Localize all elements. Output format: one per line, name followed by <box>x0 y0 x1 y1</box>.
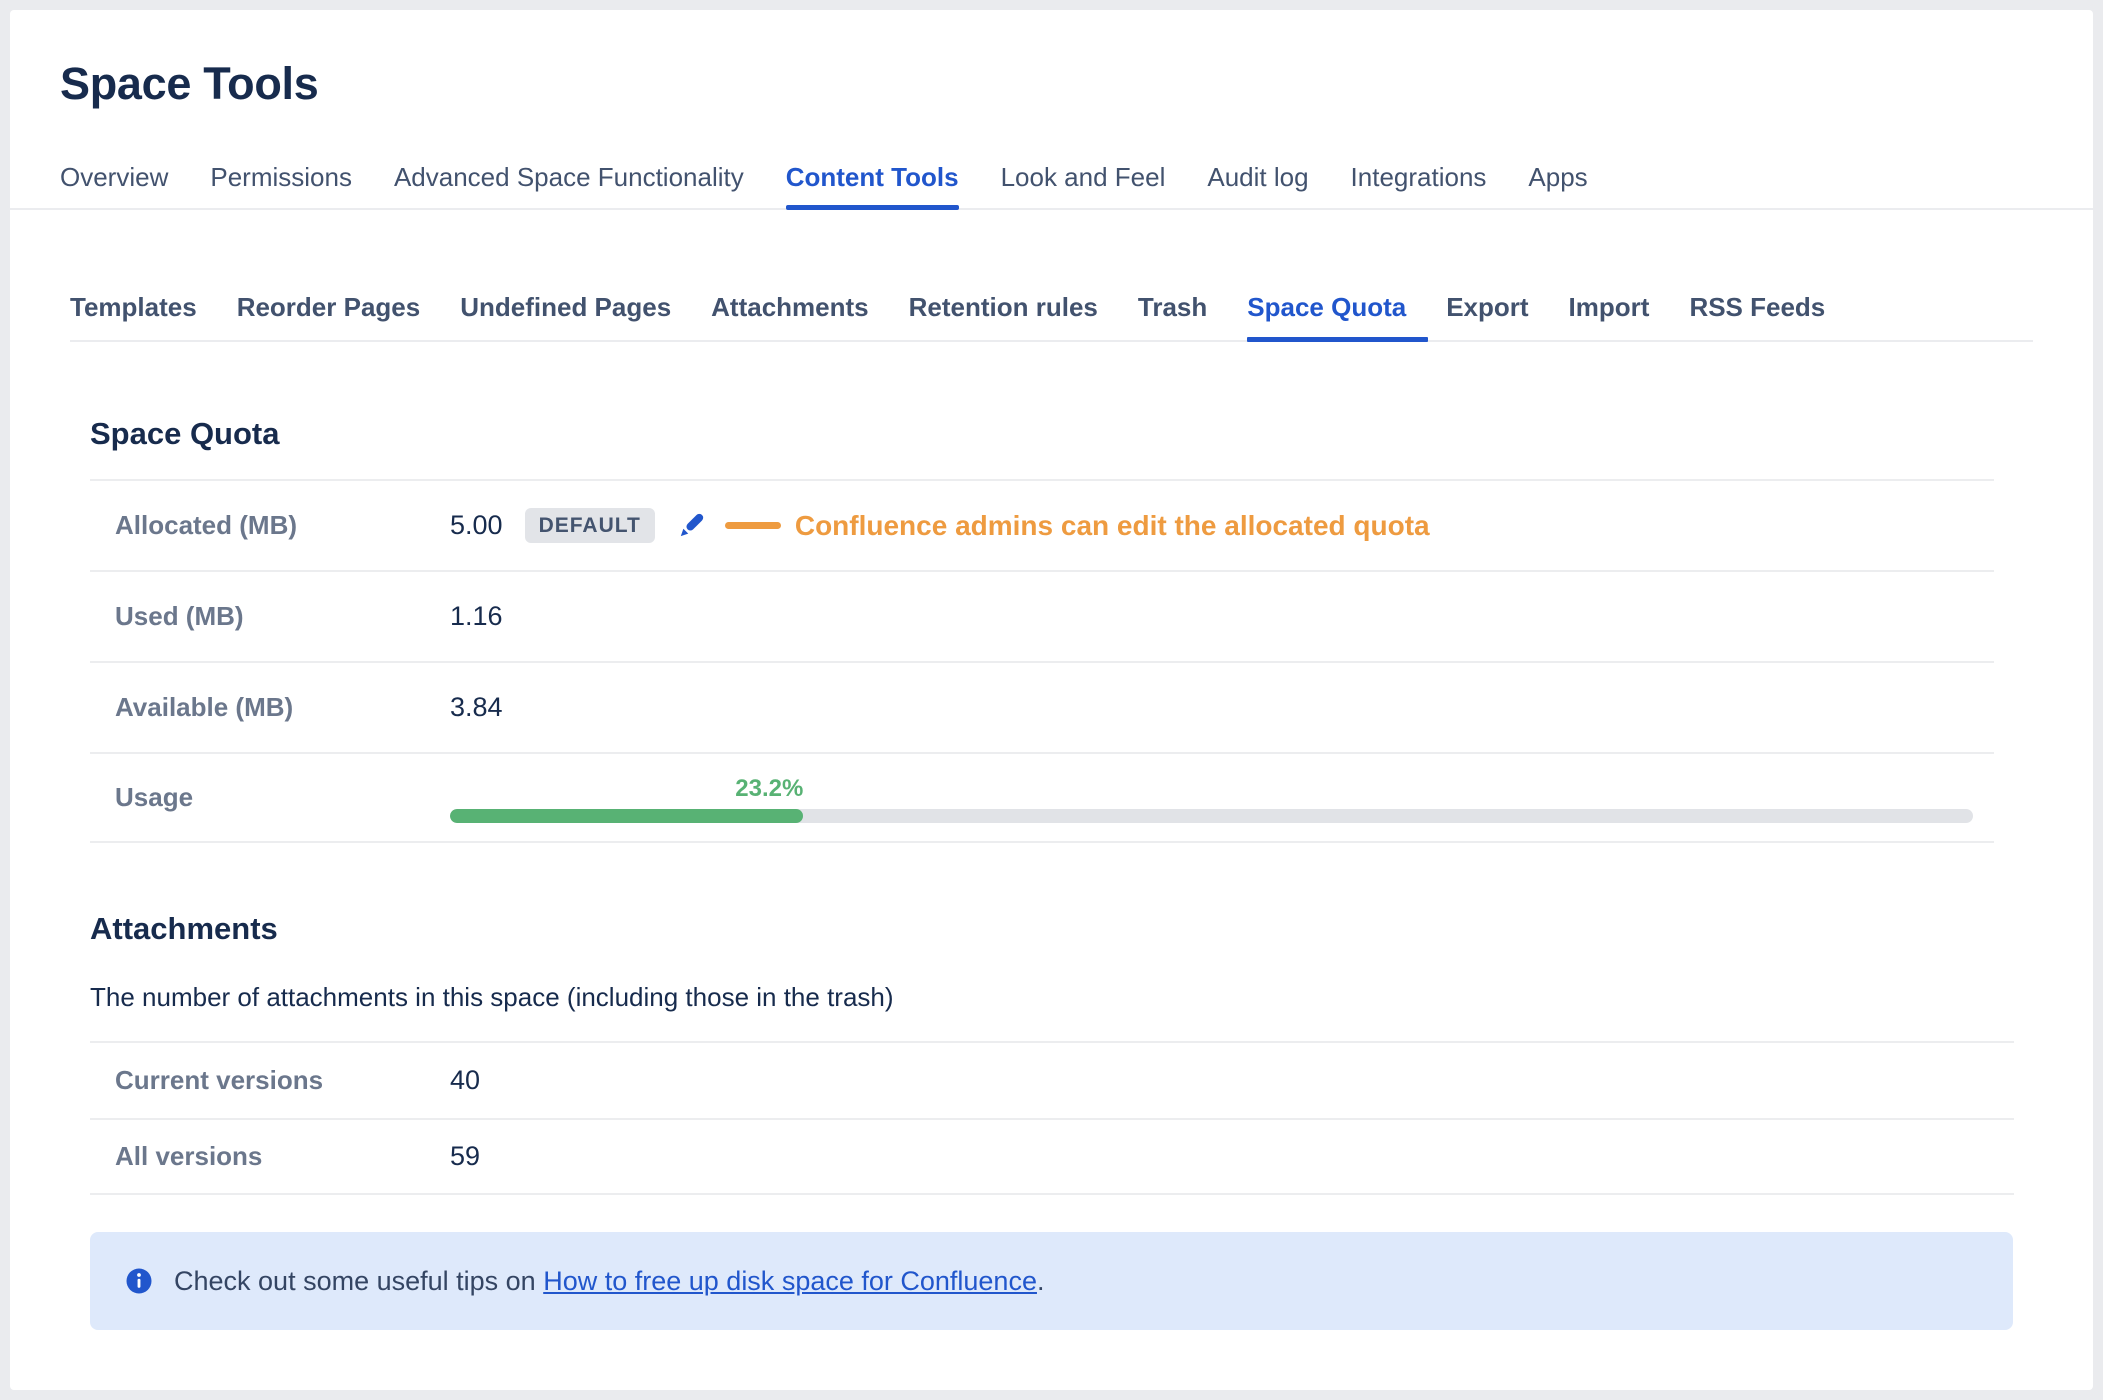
usage-progress-bar: 23.2% <box>450 772 1973 823</box>
edit-quota-pencil-icon[interactable] <box>673 508 709 544</box>
subtab-reorder-pages[interactable]: Reorder Pages <box>237 292 421 340</box>
current-versions-value: 40 <box>450 1065 480 1096</box>
space-quota-heading: Space Quota <box>90 414 1994 454</box>
table-row-usage: Usage 23.2% <box>90 752 1994 843</box>
subtab-undefined-pages[interactable]: Undefined Pages <box>460 292 671 340</box>
annotation-dash <box>725 522 781 529</box>
usage-label: Usage <box>90 782 450 813</box>
table-row-used: Used (MB) 1.16 <box>90 570 1994 661</box>
content-tools-subtabs: Templates Reorder Pages Undefined Pages … <box>70 292 2033 342</box>
subtab-retention-rules[interactable]: Retention rules <box>909 292 1098 340</box>
tab-look-and-feel[interactable]: Look and Feel <box>1001 162 1166 208</box>
space-tools-card: Space Tools Overview Permissions Advance… <box>10 10 2093 1390</box>
free-up-disk-space-link[interactable]: How to free up disk space for Confluence <box>543 1266 1037 1296</box>
subtab-attachments[interactable]: Attachments <box>711 292 868 340</box>
available-label: Available (MB) <box>90 692 450 723</box>
page-title: Space Tools <box>60 56 2093 112</box>
available-value: 3.84 <box>450 692 503 723</box>
attachments-heading: Attachments <box>90 909 2014 949</box>
subtab-space-quota[interactable]: Space Quota <box>1247 292 1406 340</box>
tab-advanced-space-functionality[interactable]: Advanced Space Functionality <box>394 162 744 208</box>
tab-integrations[interactable]: Integrations <box>1351 162 1487 208</box>
space-quota-section: Space Quota Allocated (MB) 5.00 DEFAULT <box>90 414 1994 843</box>
used-value: 1.16 <box>450 601 503 632</box>
default-badge: DEFAULT <box>525 508 655 543</box>
tab-content-tools[interactable]: Content Tools <box>786 162 959 208</box>
table-row-allocated: Allocated (MB) 5.00 DEFAULT Confluence <box>90 479 1994 570</box>
current-versions-label: Current versions <box>90 1065 450 1096</box>
info-banner: Check out some useful tips on How to fre… <box>90 1232 2013 1330</box>
annotation-text: Confluence admins can edit the allocated… <box>795 510 1430 542</box>
all-versions-value: 59 <box>450 1141 480 1172</box>
subtab-import[interactable]: Import <box>1569 292 1650 340</box>
subtab-rss-feeds[interactable]: RSS Feeds <box>1689 292 1825 340</box>
all-versions-label: All versions <box>90 1141 450 1172</box>
tab-overview[interactable]: Overview <box>60 162 168 208</box>
subtab-trash[interactable]: Trash <box>1138 292 1207 340</box>
usage-bar-fill <box>450 809 803 823</box>
tab-apps[interactable]: Apps <box>1528 162 1587 208</box>
info-text-suffix: . <box>1037 1266 1045 1296</box>
info-icon <box>124 1266 154 1296</box>
table-row-current-versions: Current versions 40 <box>90 1041 2014 1118</box>
table-row-available: Available (MB) 3.84 <box>90 661 1994 752</box>
tab-audit-log[interactable]: Audit log <box>1207 162 1308 208</box>
subtab-templates[interactable]: Templates <box>70 292 197 340</box>
usage-percent-label: 23.2% <box>735 775 803 802</box>
allocated-label: Allocated (MB) <box>90 510 450 541</box>
used-label: Used (MB) <box>90 601 450 632</box>
attachments-description: The number of attachments in this space … <box>90 983 2014 1011</box>
table-row-all-versions: All versions 59 <box>90 1118 2014 1195</box>
subtab-export[interactable]: Export <box>1446 292 1528 340</box>
tab-permissions[interactable]: Permissions <box>210 162 352 208</box>
info-text-prefix: Check out some useful tips on <box>174 1266 543 1296</box>
top-nav: Overview Permissions Advanced Space Func… <box>10 162 2093 210</box>
attachments-section: Attachments The number of attachments in… <box>90 909 2014 1195</box>
allocated-value: 5.00 <box>450 510 503 541</box>
usage-bar-track <box>450 809 1973 823</box>
